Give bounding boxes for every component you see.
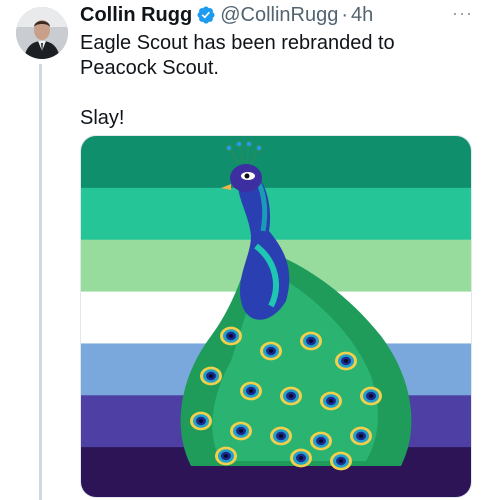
tail-eye-spot	[310, 431, 332, 451]
tail-eye-spot	[300, 331, 322, 351]
tail-eye-spot	[320, 391, 342, 411]
flag-stripe	[81, 136, 471, 189]
tail-eye-spot	[270, 426, 292, 446]
tweet-text: Eagle Scout has been rebranded to Peacoc…	[80, 31, 472, 131]
more-options-icon[interactable]: ···	[452, 4, 473, 22]
tweet-text-line: Eagle Scout has been rebranded to Peacoc…	[80, 32, 395, 79]
tail-eye-spot	[240, 381, 262, 401]
tweet-header: Collin Rugg @CollinRugg · 4h	[80, 3, 373, 27]
tail-eye-spot	[290, 448, 312, 468]
author-name[interactable]: Collin Rugg	[80, 3, 192, 27]
peacock-illustration-icon	[81, 136, 471, 497]
tail-eye-spot	[330, 451, 352, 471]
tail-eye-spot	[280, 386, 302, 406]
tail-eye-spot	[215, 446, 237, 466]
timestamp[interactable]: 4h	[351, 3, 373, 27]
tail-eye-spot	[335, 351, 357, 371]
tail-eye-spot	[220, 326, 242, 346]
tweet-image[interactable]	[80, 135, 472, 498]
tail-eye-spot	[200, 366, 222, 386]
flag-stripe	[81, 187, 471, 241]
tail-eye-spot	[360, 386, 382, 406]
avatar-image	[16, 7, 68, 59]
tail-eye-spot	[230, 421, 252, 441]
tweet-text-line: Slay!	[80, 107, 125, 129]
author-handle[interactable]: @CollinRugg	[220, 3, 338, 27]
tail-eye-spot	[350, 426, 372, 446]
verified-badge-icon	[197, 6, 215, 24]
separator-dot: ·	[341, 4, 349, 26]
thread-line	[39, 64, 42, 500]
tail-eye-spot	[190, 411, 212, 431]
avatar[interactable]	[16, 7, 68, 59]
tail-eye-spot	[260, 341, 282, 361]
